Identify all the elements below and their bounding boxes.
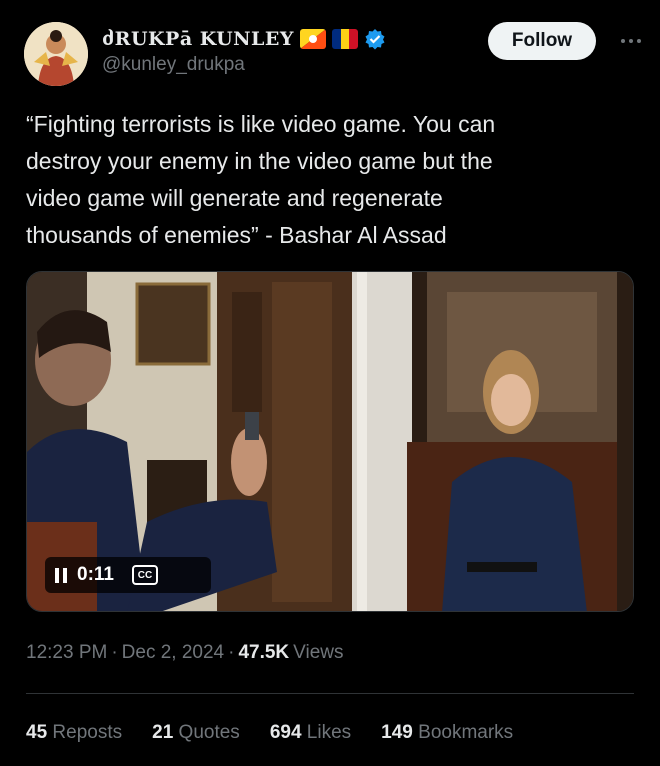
engagement-stats: 45 Reposts 21 Quotes 694 Likes 149 Bookm… [26,722,513,744]
tweet-date[interactable]: Dec 2, 2024 [122,642,224,664]
tweet-time[interactable]: 12:23 PM [26,642,107,664]
reposts-count: 45 [26,722,48,743]
tweet-header: ძRUKPā KUNLEY @kunley_drukpa Follow [24,18,644,88]
avatar[interactable] [24,22,88,86]
reposts-stat[interactable]: 45 Reposts [26,722,122,744]
likes-label: Likes [306,722,352,743]
romania-flag-icon [331,29,358,49]
bhutan-flag-icon [299,29,326,49]
author-names: ძRUKPā KUNLEY @kunley_drukpa [102,26,386,76]
follow-button[interactable]: Follow [488,22,596,60]
video-elapsed-time: 0:11 [77,564,114,585]
pause-icon[interactable] [55,567,67,583]
meta-separator: · [111,642,118,663]
display-name[interactable]: ძRUKPā KUNLEY [102,28,294,50]
quotes-count: 21 [152,722,174,743]
divider [26,693,634,694]
video-player[interactable]: 0:11 CC [26,271,634,612]
meta-separator: · [228,642,235,663]
views-count[interactable]: 47.5K [238,642,289,664]
quotes-label: Quotes [178,722,240,743]
tweet-text: “Fighting terrorists is like video game.… [26,111,496,248]
tweet-meta: 12:23 PM · Dec 2, 2024 · 47.5K Views [26,642,344,664]
video-controls: 0:11 CC [45,557,211,593]
verified-badge-icon[interactable] [364,28,386,50]
more-horizontal-icon[interactable] [618,28,644,54]
quotes-stat[interactable]: 21 Quotes [152,722,240,744]
likes-count: 694 [269,722,302,743]
closed-captions-icon[interactable]: CC [131,565,158,585]
likes-stat[interactable]: 694 Likes [270,722,351,744]
reposts-label: Reposts [52,722,123,743]
bookmarks-count: 149 [381,722,413,743]
handle[interactable]: @kunley_drukpa [102,54,386,76]
bookmarks-stat[interactable]: 149 Bookmarks [381,722,513,744]
views-label[interactable]: Views [293,642,343,664]
bookmarks-label: Bookmarks [418,722,514,743]
